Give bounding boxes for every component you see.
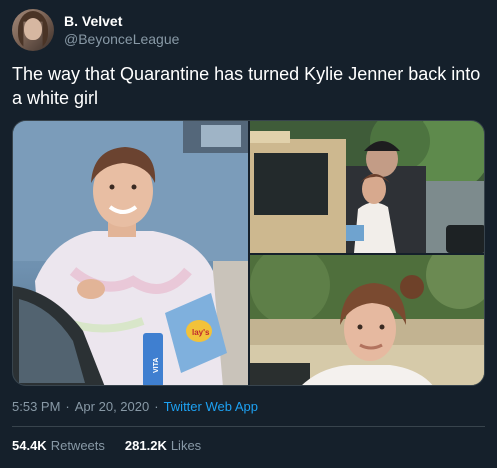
photo-2-illustration [250, 121, 484, 253]
photo-1[interactable]: lay's VITA [13, 121, 248, 385]
bag-text: lay's [192, 328, 210, 337]
retweets-label: Retweets [50, 438, 105, 453]
tweet-card: B. Velvet @BeyonceLeague The way that Qu… [0, 0, 497, 468]
likes-stat[interactable]: 281.2K Likes [125, 437, 201, 455]
divider [12, 426, 485, 427]
tweet-stats: 54.4K Retweets 281.2K Likes [12, 437, 221, 455]
tweet-source-link[interactable]: Twitter Web App [164, 398, 258, 416]
tweet-date[interactable]: Apr 20, 2020 [75, 398, 149, 416]
photo-3[interactable] [250, 255, 484, 385]
avatar-face [24, 18, 42, 40]
meta-separator: · [65, 399, 70, 414]
media-grid: lay's VITA [12, 120, 485, 386]
author-handle[interactable]: @BeyonceLeague [64, 30, 179, 48]
avatar[interactable] [12, 9, 54, 51]
photo-1-illustration: lay's VITA [13, 121, 248, 385]
tweet-header: B. Velvet @BeyonceLeague [12, 9, 179, 51]
photo-2[interactable] [250, 121, 484, 253]
retweets-count: 54.4K [12, 438, 47, 453]
retweets-stat[interactable]: 54.4K Retweets [12, 437, 105, 455]
tweet-text: The way that Quarantine has turned Kylie… [12, 64, 481, 108]
bottle-text: VITA [153, 358, 160, 373]
tweet-meta: 5:53 PM · Apr 20, 2020 · Twitter Web App [12, 398, 258, 416]
likes-count: 281.2K [124, 438, 167, 453]
likes-label: Likes [170, 438, 202, 453]
tweet-time[interactable]: 5:53 PM [12, 398, 60, 416]
photo-3-illustration [250, 255, 484, 385]
author-names: B. Velvet @BeyonceLeague [64, 12, 179, 48]
author-display-name[interactable]: B. Velvet [64, 12, 179, 30]
meta-separator: · [154, 399, 159, 414]
